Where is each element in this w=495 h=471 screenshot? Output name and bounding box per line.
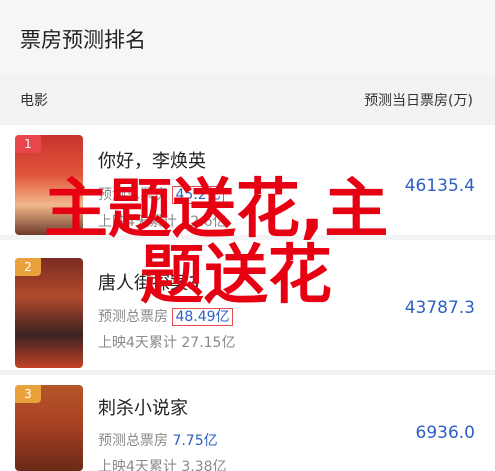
page-title: 票房预测排名 bbox=[20, 28, 146, 52]
cumulative-value: 12.6亿 bbox=[181, 214, 227, 230]
daily-prediction-value: 43787.3 bbox=[404, 298, 475, 318]
predicted-total-value: 48.49亿 bbox=[172, 308, 233, 326]
movie-poster: 2 bbox=[15, 258, 83, 368]
cumulative-total: 上映4天累计 3.38亿 bbox=[98, 456, 227, 471]
cumulative-value: 3.38亿 bbox=[181, 459, 227, 471]
column-header: 电影 预测当日票房(万) bbox=[0, 74, 495, 124]
predicted-total: 预测总票房 48.49亿 bbox=[98, 306, 233, 326]
rank-badge: 2 bbox=[15, 258, 41, 276]
predicted-total-label: 预测总票房 bbox=[98, 309, 168, 325]
cumulative-label: 上映4天累计 bbox=[98, 459, 177, 471]
predicted-total: 预测总票房 45.2亿 bbox=[98, 184, 224, 204]
rank-badge: 3 bbox=[15, 385, 41, 403]
daily-prediction-value: 46135.4 bbox=[404, 176, 475, 196]
movie-row[interactable]: 2 唐人街探案3 预测总票房 48.49亿 上映4天累计 27.15亿 4378… bbox=[0, 240, 495, 370]
column-label-daily-prediction: 预测当日票房(万) bbox=[364, 93, 473, 109]
movie-row[interactable]: 1 你好，李焕英 预测总票房 45.2亿 上映4天累计 12.6亿 46135.… bbox=[0, 125, 495, 235]
predicted-total-label: 预测总票房 bbox=[98, 433, 168, 449]
movie-row[interactable]: 3 刺杀小说家 预测总票房 7.75亿 上映4天累计 3.38亿 6936.0 bbox=[0, 375, 495, 471]
predicted-total-value: 45.2亿 bbox=[172, 186, 224, 204]
predicted-total-value: 7.75亿 bbox=[172, 433, 218, 449]
movie-poster: 3 bbox=[15, 385, 83, 471]
movie-title: 你好，李焕英 bbox=[98, 151, 206, 172]
column-label-movie: 电影 bbox=[20, 93, 48, 109]
cumulative-total: 上映4天累计 12.6亿 bbox=[98, 211, 227, 231]
movie-title: 唐人街探案3 bbox=[98, 273, 200, 294]
rank-badge: 1 bbox=[15, 135, 41, 153]
cumulative-label: 上映4天累计 bbox=[98, 335, 177, 351]
cumulative-total: 上映4天累计 27.15亿 bbox=[98, 332, 235, 352]
predicted-total: 预测总票房 7.75亿 bbox=[98, 430, 218, 450]
app-header: 票房预测排名 bbox=[0, 0, 495, 74]
movie-poster: 1 bbox=[15, 135, 83, 235]
cumulative-label: 上映4天累计 bbox=[98, 214, 177, 230]
movie-title: 刺杀小说家 bbox=[98, 398, 188, 419]
daily-prediction-value: 6936.0 bbox=[415, 423, 475, 443]
box-office-page: 票房预测排名 电影 预测当日票房(万) 1 你好，李焕英 预测总票房 45.2亿… bbox=[0, 0, 495, 471]
predicted-total-label: 预测总票房 bbox=[98, 187, 168, 203]
cumulative-value: 27.15亿 bbox=[181, 335, 236, 351]
